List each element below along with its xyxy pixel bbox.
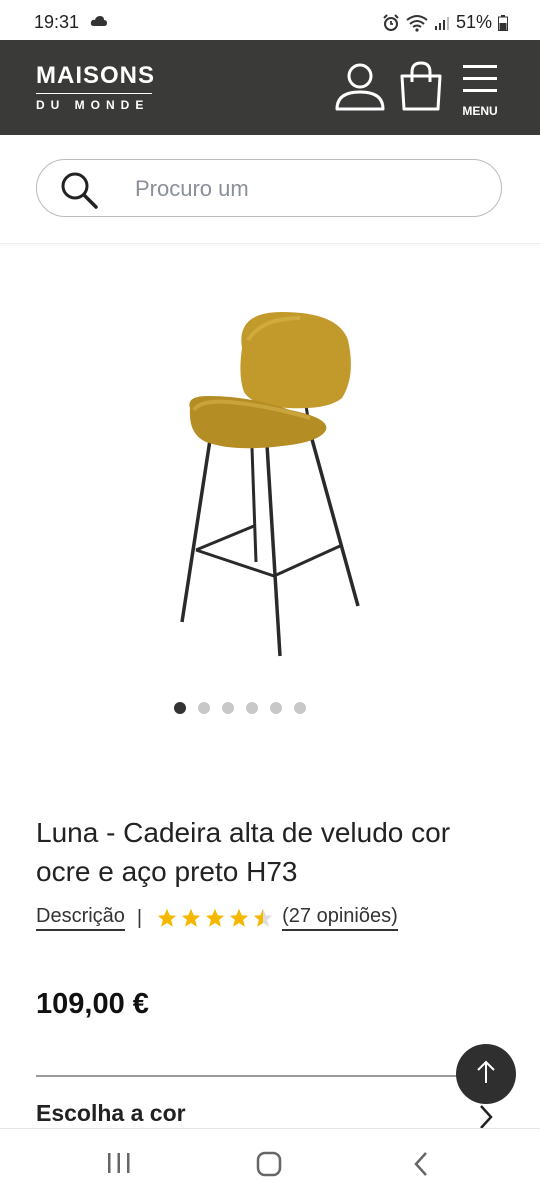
description-link[interactable]: Descrição — [36, 905, 125, 931]
logo-divider — [36, 93, 152, 94]
maisons-du-monde-logo[interactable]: MAISONS DU MONDE — [36, 64, 155, 111]
gallery-dot[interactable] — [198, 702, 210, 714]
gallery-dot[interactable] — [270, 702, 282, 714]
reviews-link[interactable]: (27 opiniões) — [282, 905, 398, 931]
product-image[interactable] — [170, 300, 370, 670]
status-time: 19:31 — [34, 12, 80, 32]
gallery-dot[interactable] — [222, 702, 234, 714]
logo-text-bottom: DU MONDE — [36, 98, 150, 112]
back-icon[interactable] — [412, 1151, 430, 1182]
star-icon — [205, 908, 225, 927]
product-title: Luna - Cadeira alta de veludo cor ocre e… — [36, 817, 451, 887]
cloud-icon — [90, 14, 108, 33]
half-star-icon — [253, 908, 273, 927]
choose-color-label: Escolha a cor — [36, 1100, 186, 1126]
signal-icon — [434, 15, 450, 31]
logo-text-top: MAISONS — [36, 62, 156, 89]
recent-apps-icon[interactable] — [106, 1151, 132, 1180]
status-icons: 51% — [382, 12, 508, 33]
system-navigation-bar — [0, 1128, 540, 1201]
search-section — [0, 135, 540, 244]
alarm-icon — [382, 13, 400, 32]
battery-text: 51% — [455, 12, 492, 32]
star-icon — [181, 908, 201, 927]
gallery-dot[interactable] — [294, 702, 306, 714]
separator: | — [136, 906, 143, 929]
star-icon — [229, 908, 249, 927]
status-bar: 19:31 51% — [0, 0, 540, 40]
menu-button[interactable]: MENU — [456, 62, 504, 122]
user-icon[interactable] — [334, 62, 386, 117]
search-input[interactable] — [133, 172, 467, 206]
shopping-bag-icon[interactable] — [398, 60, 444, 117]
home-icon[interactable] — [256, 1151, 282, 1182]
product-meta-row: Descrição | (27 opiniões) — [36, 905, 398, 931]
battery-icon — [498, 14, 508, 31]
gallery-dot[interactable] — [174, 702, 186, 714]
choose-color-row[interactable]: Escolha a cor — [36, 1100, 502, 1130]
product-price: 109,00 € — [36, 988, 149, 1020]
divider — [36, 1075, 504, 1077]
arrow-up-icon — [475, 1059, 497, 1090]
site-header: MAISONS DU MONDE MENU — [0, 40, 540, 135]
rating-stars — [156, 907, 274, 929]
wifi-icon — [406, 14, 428, 32]
menu-label: MENU — [462, 104, 498, 118]
scroll-to-top-button[interactable] — [456, 1044, 516, 1104]
search-icon[interactable] — [59, 170, 99, 215]
star-icon — [157, 908, 177, 927]
gallery-dot[interactable] — [246, 702, 258, 714]
search-bar[interactable] — [36, 159, 502, 217]
gallery-pagination — [0, 702, 540, 714]
